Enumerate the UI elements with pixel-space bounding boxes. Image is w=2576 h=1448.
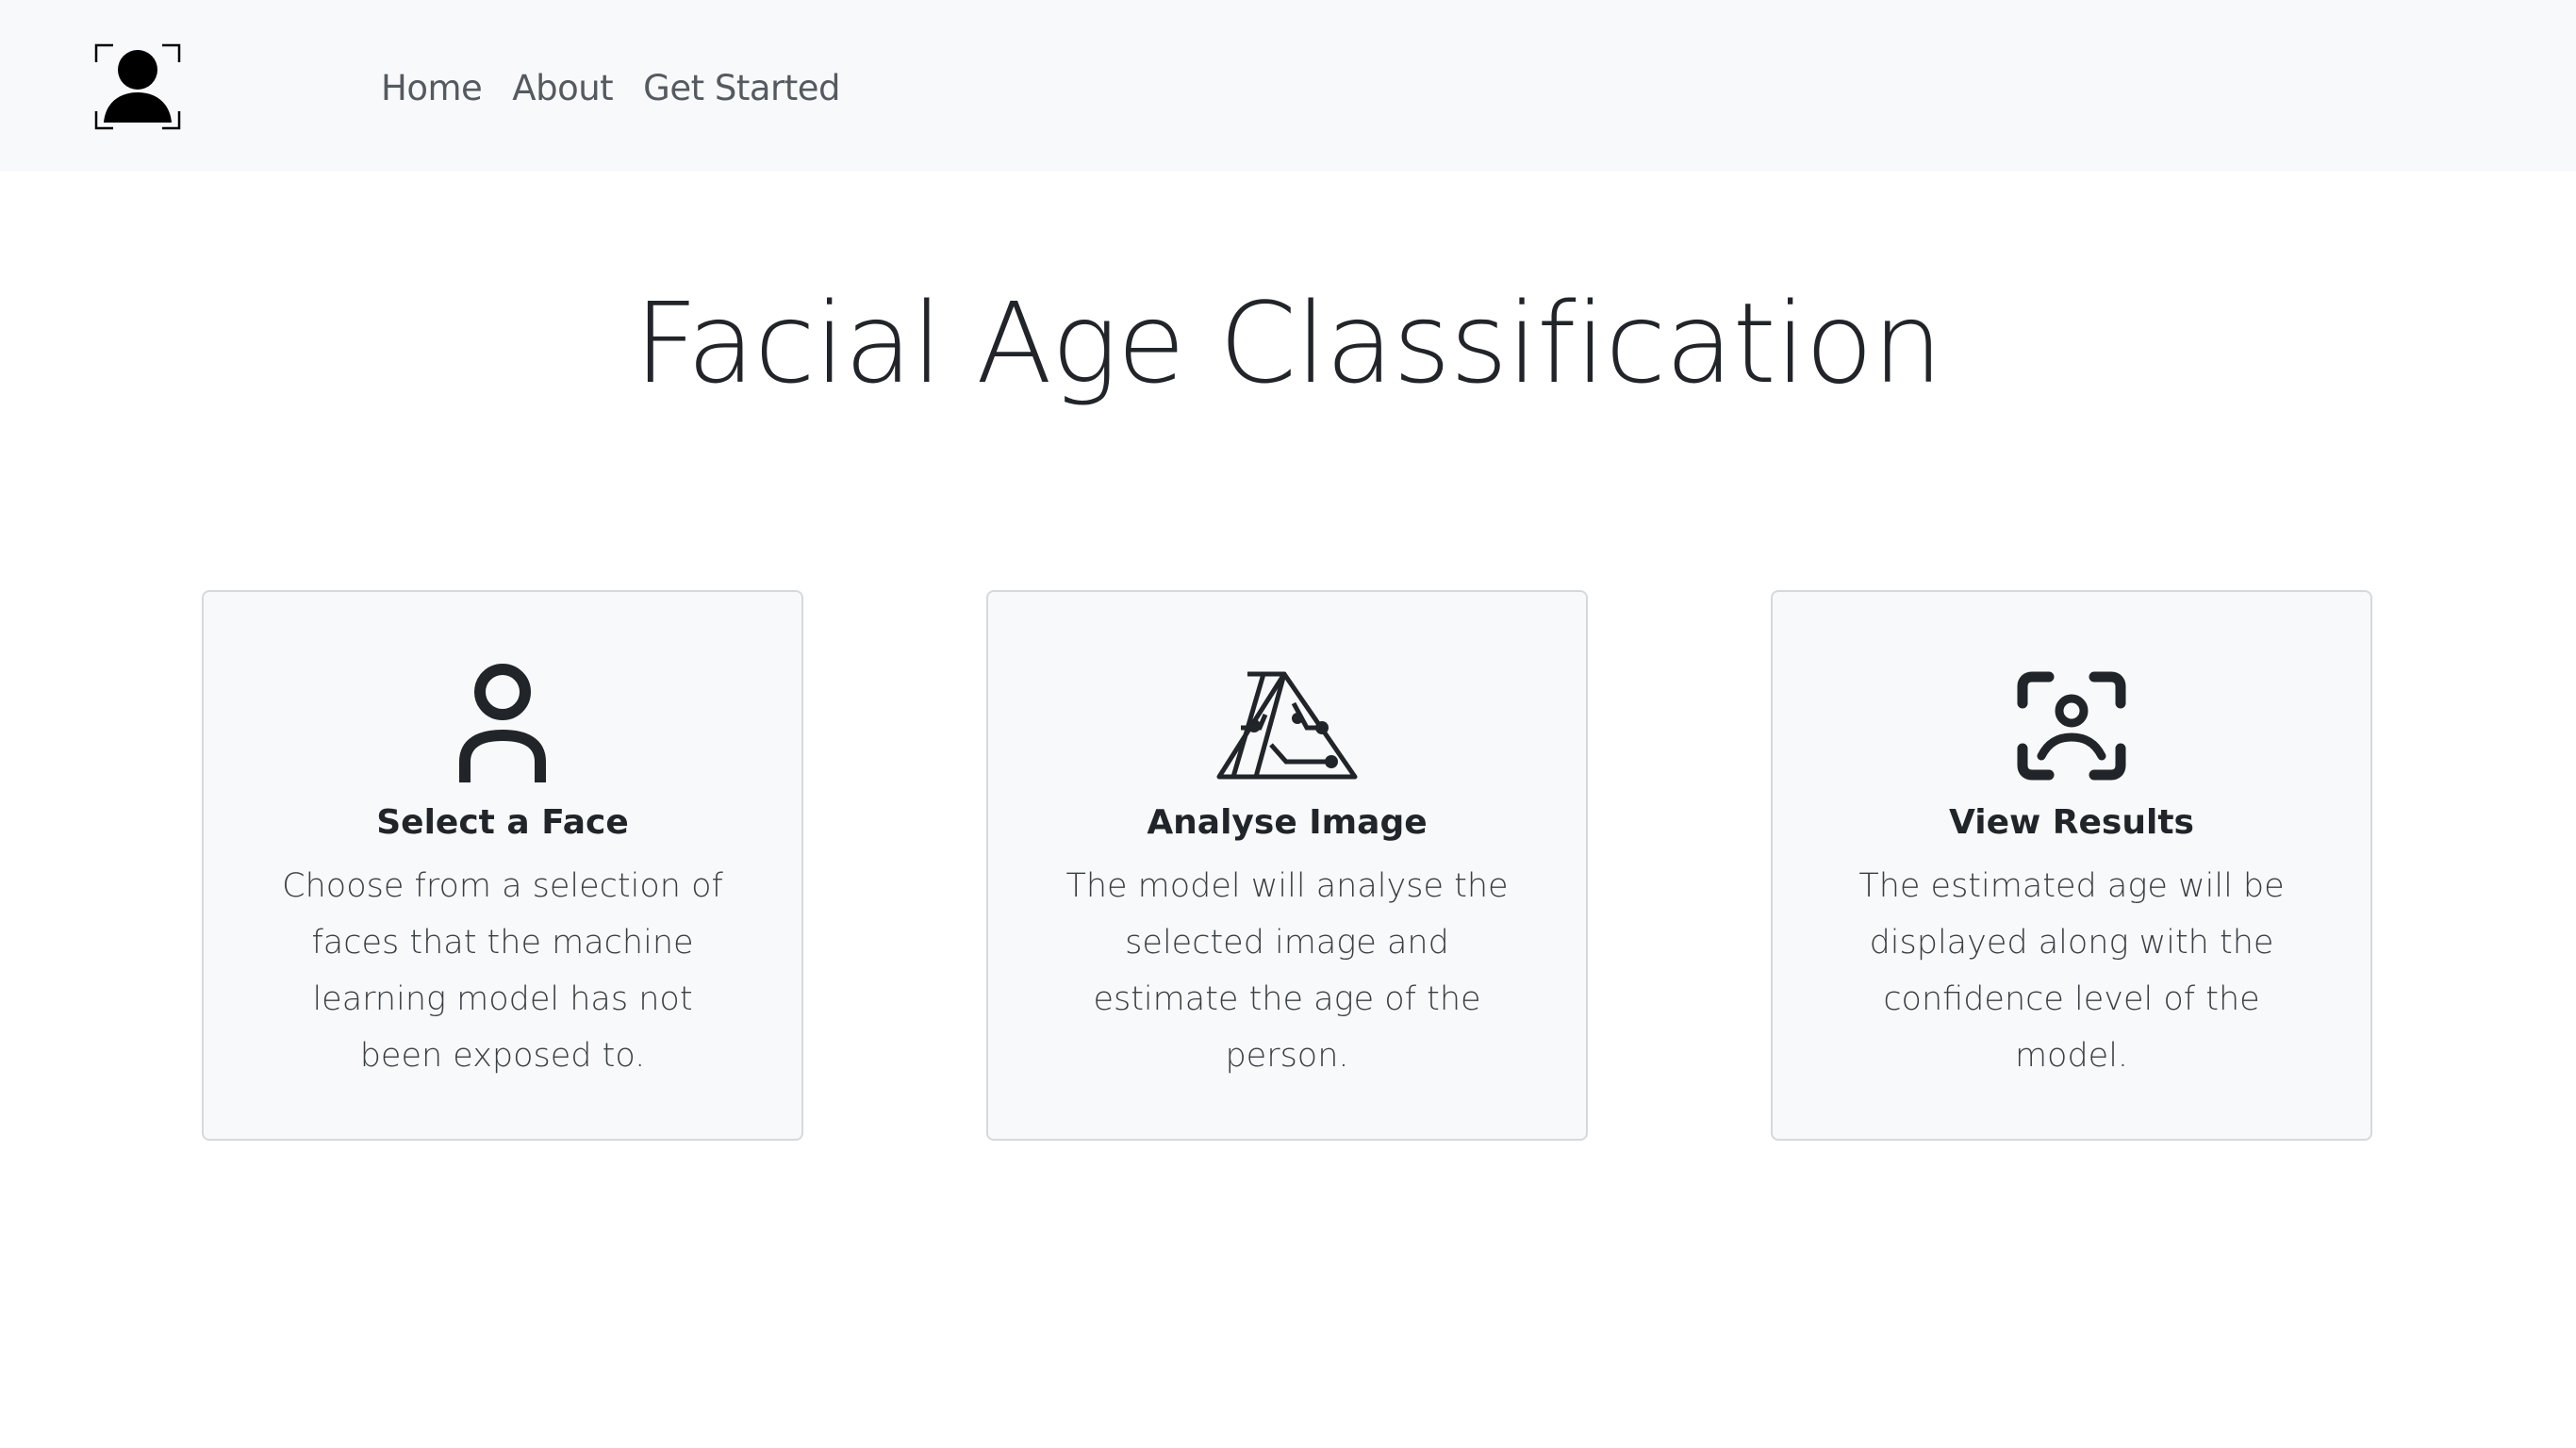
card-description: Choose from a selection of faces that th… [282, 867, 723, 1075]
face-scan-icon [2017, 671, 2126, 781]
step-card-analyse-image: Analyse Image The model will analyse the… [986, 590, 1588, 1141]
page-title: Facial Age Classification [634, 278, 1942, 408]
step-card-view-results: View Results The estimated age will be d… [1771, 590, 2372, 1141]
nav-link-home[interactable]: Home [381, 62, 483, 115]
card-description: The estimated age will be displayed alon… [1858, 867, 2285, 1075]
card-title: View Results [1949, 803, 2194, 842]
nav-link-about[interactable]: About [512, 62, 613, 115]
nav-link-get-started[interactable]: Get Started [643, 62, 840, 115]
ai-model-icon [1216, 671, 1358, 780]
navbar: Home About Get Started [0, 0, 2576, 172]
face-scan-logo-icon [94, 43, 181, 130]
card-title: Select a Face [376, 803, 629, 842]
card-description: The model will analyse the selected imag… [1065, 867, 1509, 1075]
person-icon [459, 664, 546, 782]
card-title: Analyse Image [1147, 803, 1428, 842]
nav-links: Home About Get Started [381, 62, 870, 115]
step-card-select-face: Select a Face Choose from a selection of… [202, 590, 803, 1141]
brand-logo-link[interactable] [94, 43, 181, 130]
